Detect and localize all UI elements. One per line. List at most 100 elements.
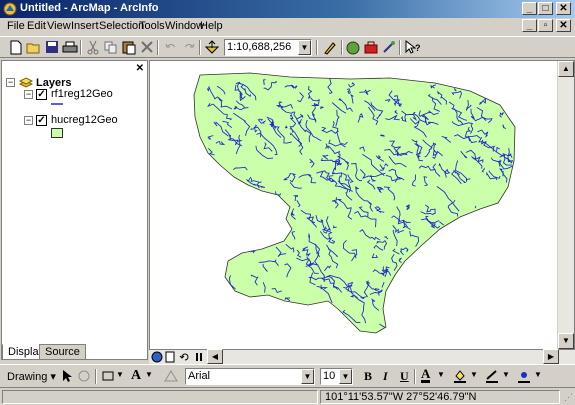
toolbar-separator bbox=[80, 40, 82, 55]
status-bar: 101°11'53.57"W 27°52'46.79"N ⋰ bbox=[0, 387, 575, 405]
chevron-down-icon[interactable]: ▼ bbox=[116, 370, 124, 379]
toolbar-separator bbox=[316, 40, 318, 55]
doc-restore-button[interactable]: ▫ bbox=[538, 19, 553, 32]
font-color-button[interactable]: A bbox=[421, 367, 431, 383]
close-icon[interactable]: ✕ bbox=[136, 63, 144, 74]
layer-visibility-checkbox[interactable]: ✓ bbox=[36, 115, 47, 126]
edit-vertices-icon[interactable] bbox=[163, 369, 179, 383]
watershed-polygon bbox=[193, 72, 516, 334]
menu-tools[interactable]: Tools bbox=[139, 20, 165, 32]
editor-toolbar-icon[interactable] bbox=[321, 39, 339, 56]
status-message-panel bbox=[2, 390, 318, 404]
menu-window[interactable]: Window bbox=[165, 20, 204, 32]
tab-source[interactable]: Source bbox=[39, 344, 86, 360]
bold-button[interactable]: B bbox=[364, 369, 372, 384]
fill-color-icon[interactable] bbox=[452, 368, 468, 384]
arcmap-app-icon[interactable] bbox=[3, 2, 17, 16]
font-name-combobox[interactable]: Arial ▼ bbox=[185, 368, 315, 385]
whats-this-help-icon[interactable]: ? bbox=[403, 39, 421, 56]
collapse-layer-icon[interactable]: − bbox=[24, 90, 33, 99]
model-builder-icon[interactable] bbox=[380, 39, 398, 56]
rotate-icon[interactable] bbox=[77, 368, 91, 384]
map-horizontal-scrollbar[interactable]: ◀ ▶ bbox=[149, 349, 575, 364]
maximize-button[interactable]: □ bbox=[538, 2, 553, 15]
font-name-value: Arial bbox=[188, 370, 211, 382]
resize-grip-icon[interactable]: ⋰ bbox=[564, 392, 573, 403]
refresh-icon[interactable] bbox=[179, 351, 191, 363]
collapse-layers-icon[interactable]: − bbox=[6, 78, 15, 87]
underline-button[interactable]: U bbox=[400, 369, 409, 384]
scroll-left-icon[interactable]: ◀ bbox=[207, 349, 223, 364]
save-icon[interactable] bbox=[43, 39, 61, 56]
chevron-down-icon[interactable]: ▼ bbox=[502, 370, 510, 379]
layer-visibility-checkbox[interactable]: ✓ bbox=[36, 89, 47, 100]
doc-minimize-button[interactable]: _ bbox=[522, 19, 537, 32]
doc-close-button[interactable]: ✕ bbox=[556, 19, 571, 32]
table-of-contents-panel: ✕ − Layers − ✓ rf1reg12Geo − ✓ hucreg12G… bbox=[1, 60, 148, 360]
open-folder-icon[interactable] bbox=[25, 39, 43, 56]
layer-name-rf1reg12geo[interactable]: rf1reg12Geo bbox=[51, 88, 113, 100]
standard-toolbar: 1:10,688,256 ▼ ? bbox=[0, 36, 575, 58]
coordinate-readout: 101°11'53.57"W 27°52'46.79"N bbox=[320, 390, 560, 404]
drawing-toolbar: Drawing ▾ ▼ A ▼ Arial ▼ 10 ▼ B I U A ▼ ▼… bbox=[0, 364, 575, 386]
select-elements-icon[interactable] bbox=[60, 368, 74, 384]
menu-insert[interactable]: Insert bbox=[71, 20, 99, 32]
collapse-layer-icon[interactable]: − bbox=[24, 116, 33, 125]
title-bar: Untitled - ArcMap - ArcInfo _ □ ✕ bbox=[0, 0, 575, 18]
map-vertical-scrollbar[interactable]: ▲ ▼ bbox=[557, 61, 574, 349]
menu-selection[interactable]: Selection bbox=[99, 20, 144, 32]
redo-icon[interactable] bbox=[180, 39, 198, 56]
svg-text:?: ? bbox=[415, 43, 421, 53]
new-document-icon[interactable] bbox=[7, 39, 25, 56]
close-button[interactable]: ✕ bbox=[556, 2, 571, 15]
add-data-icon[interactable] bbox=[203, 39, 221, 56]
pause-drawing-icon[interactable] bbox=[193, 351, 205, 363]
polygon-symbol-icon[interactable] bbox=[51, 128, 63, 138]
menu-view[interactable]: View bbox=[47, 20, 71, 32]
layout-view-icon[interactable] bbox=[164, 351, 176, 363]
drawing-menu[interactable]: Drawing ▾ bbox=[7, 370, 56, 383]
rectangle-tool-icon[interactable] bbox=[101, 369, 115, 383]
paste-icon[interactable] bbox=[120, 39, 138, 56]
layer-name-hucreg12geo[interactable]: hucreg12Geo bbox=[51, 114, 118, 126]
chevron-down-icon[interactable]: ▼ bbox=[145, 370, 153, 379]
print-icon[interactable] bbox=[61, 39, 79, 56]
scroll-up-icon[interactable]: ▲ bbox=[558, 61, 574, 77]
chevron-down-icon[interactable]: ▼ bbox=[339, 369, 352, 384]
toolbar-separator bbox=[199, 40, 201, 55]
undo-icon[interactable] bbox=[162, 39, 180, 56]
cut-icon[interactable] bbox=[84, 39, 102, 56]
chevron-down-icon[interactable]: ▼ bbox=[470, 370, 478, 379]
toolbar-separator bbox=[399, 40, 401, 55]
map-scale-value: 1:10,688,256 bbox=[227, 41, 292, 53]
scroll-down-icon[interactable]: ▼ bbox=[558, 333, 574, 349]
marker-color-icon[interactable] bbox=[516, 368, 532, 384]
chevron-down-icon[interactable]: ▼ bbox=[298, 40, 311, 55]
minimize-button[interactable]: _ bbox=[522, 2, 537, 15]
chevron-down-icon[interactable]: ▼ bbox=[534, 370, 542, 379]
font-size-combobox[interactable]: 10 ▼ bbox=[320, 368, 353, 385]
copy-icon[interactable] bbox=[102, 39, 120, 56]
toolbar-separator bbox=[341, 40, 343, 55]
map-display[interactable]: ▲ ▼ bbox=[149, 60, 575, 350]
menu-help[interactable]: Help bbox=[200, 20, 223, 32]
drawing-menu-label: Drawing bbox=[7, 371, 48, 383]
line-color-icon[interactable] bbox=[484, 368, 500, 384]
arctoolbox-icon[interactable] bbox=[362, 39, 380, 56]
line-symbol-icon[interactable] bbox=[51, 102, 63, 106]
chevron-down-icon[interactable]: ▼ bbox=[301, 369, 314, 384]
toolbar-separator bbox=[95, 369, 97, 384]
scroll-right-icon[interactable]: ▶ bbox=[543, 349, 559, 364]
map-canvas[interactable] bbox=[190, 69, 530, 344]
arccatalog-icon[interactable] bbox=[344, 39, 362, 56]
menu-edit[interactable]: Edit bbox=[27, 20, 46, 32]
map-scale-combobox[interactable]: 1:10,688,256 ▼ bbox=[224, 39, 312, 56]
new-text-tool[interactable]: A bbox=[131, 368, 141, 384]
delete-icon[interactable] bbox=[138, 39, 156, 56]
data-view-icon[interactable] bbox=[151, 351, 163, 363]
italic-button[interactable]: I bbox=[383, 369, 388, 384]
layers-icon bbox=[18, 77, 34, 88]
toolbar-separator bbox=[157, 40, 159, 55]
menu-file[interactable]: File bbox=[7, 20, 25, 32]
chevron-down-icon[interactable]: ▼ bbox=[437, 370, 445, 379]
